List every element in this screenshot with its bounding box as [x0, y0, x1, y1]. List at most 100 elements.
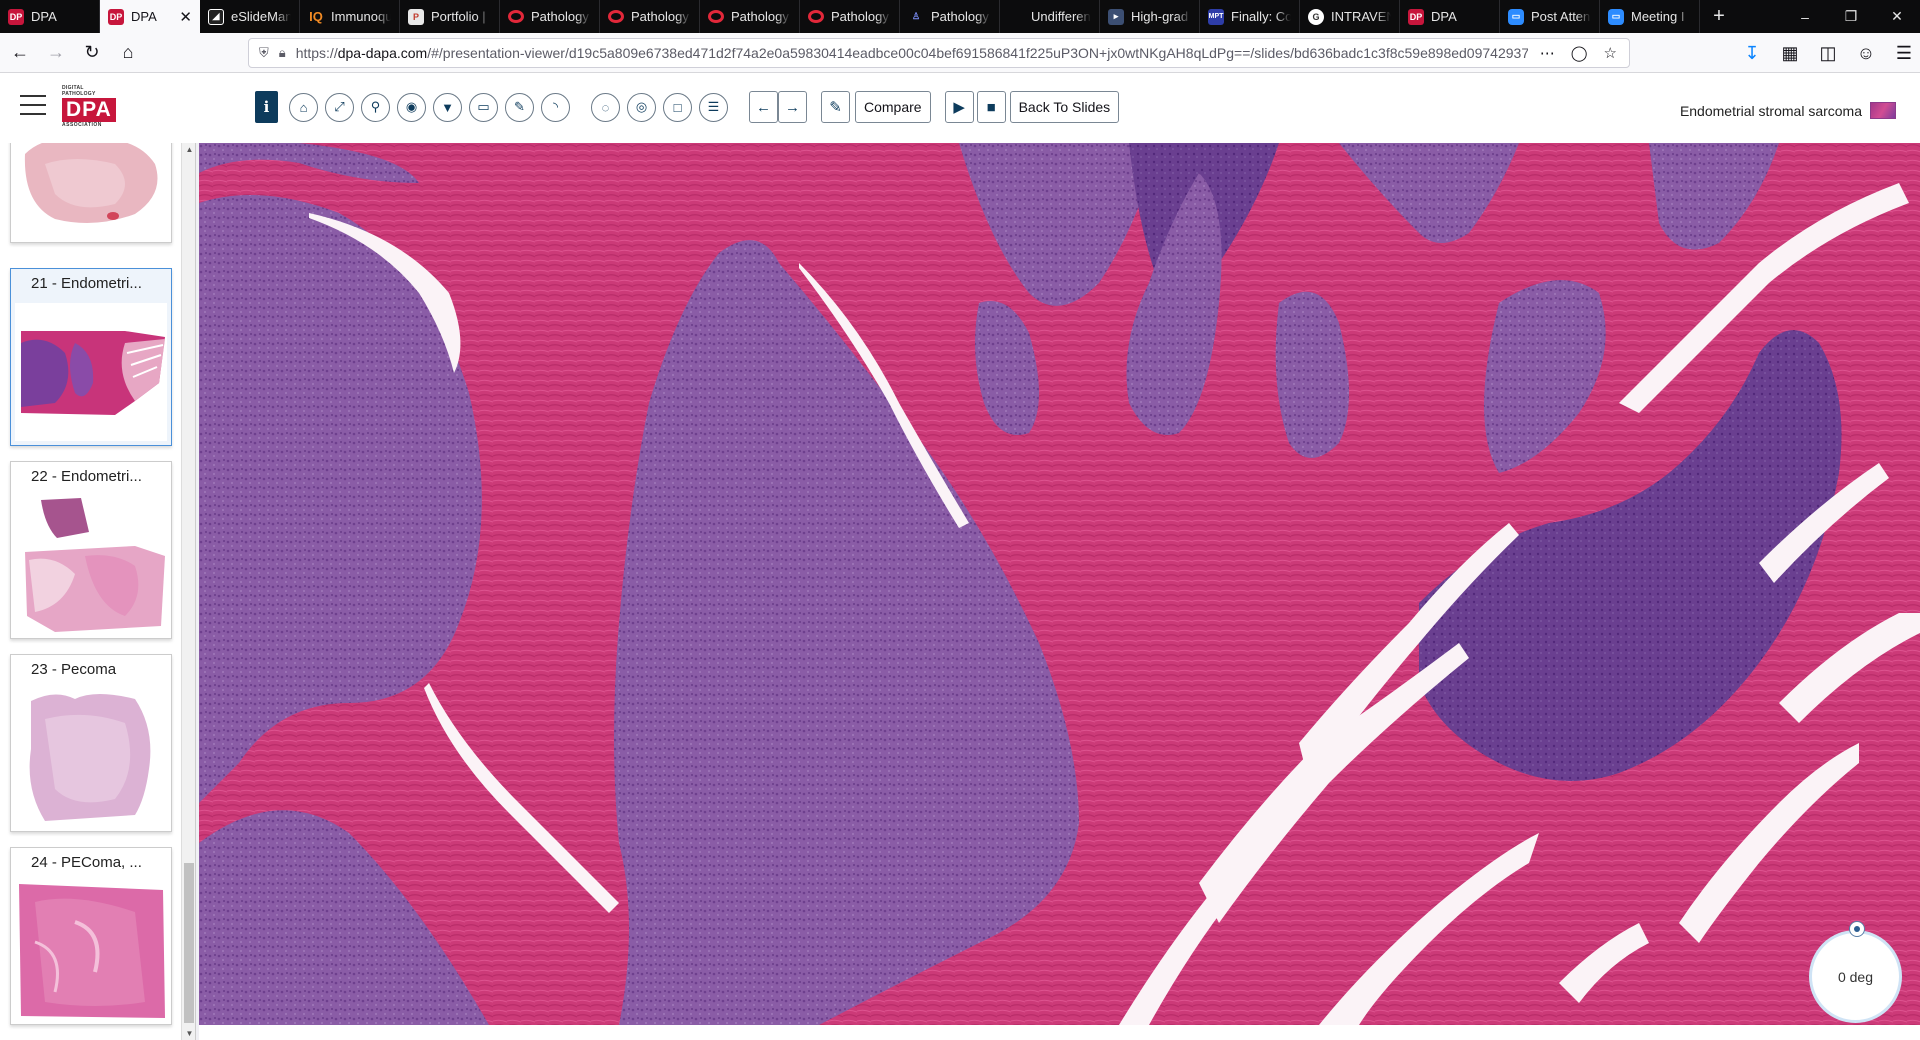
url-bar[interactable]: ⛨ 🔒︎ https://dpa-dapa.com/#/presentation…: [248, 38, 1630, 68]
slide-thumbnail: [15, 303, 167, 441]
logo-main-text: DPA: [62, 98, 116, 122]
download-icon[interactable]: ↧: [1736, 37, 1768, 69]
page-actions-icon[interactable]: ⋯: [1540, 44, 1555, 62]
iq-favicon-icon: IQ: [309, 9, 323, 24]
browser-tab[interactable]: MPT Finally: Co: [1200, 0, 1300, 33]
browser-tab[interactable]: ▭ Post Atten: [1500, 0, 1600, 33]
monitor-icon[interactable]: ▭: [469, 92, 498, 122]
browser-tab[interactable]: ♙ Pathology: [900, 0, 1000, 33]
url-text[interactable]: https://dpa-dapa.com/#/presentation-view…: [296, 45, 1528, 61]
browser-navbar: ← → ↻ ⌂ ⛨ 🔒︎ https://dpa-dapa.com/#/pres…: [0, 33, 1920, 73]
close-tab-icon[interactable]: ✕: [179, 8, 192, 26]
restore-icon[interactable]: ❐: [1828, 0, 1874, 33]
freehand-icon[interactable]: ◝: [541, 92, 570, 122]
back-arrow-icon[interactable]: ←: [4, 37, 36, 69]
browser-tab[interactable]: DP DPA ✕: [100, 0, 200, 33]
attachment-icon[interactable]: ✎: [821, 91, 850, 123]
rotation-handle[interactable]: [1849, 921, 1865, 937]
logo-top-text: DIGITAL PATHOLOGY: [62, 85, 96, 97]
url-prefix: https://: [295, 45, 338, 61]
account-icon[interactable]: ☺: [1850, 37, 1882, 69]
lock-icon[interactable]: 🔒︎: [279, 45, 286, 61]
fullscreen-icon[interactable]: ⤢: [325, 92, 354, 122]
scroll-up-icon[interactable]: ▲: [182, 145, 195, 154]
browser-tab[interactable]: P Portfolio |: [400, 0, 500, 33]
forward-arrow-icon[interactable]: →: [40, 37, 72, 69]
browser-tab-title: eSlideMan: [231, 9, 291, 24]
pathology-favicon-icon: [808, 10, 824, 23]
measure-icon[interactable]: ◌: [591, 92, 620, 122]
compare-button[interactable]: Compare: [855, 91, 931, 123]
browser-tab[interactable]: ▸ High-grad: [1100, 0, 1200, 33]
sidebar-scrollbar[interactable]: ▲ ▼: [181, 143, 195, 1040]
browser-tab-title: High-grad: [1131, 9, 1189, 24]
browser-tab[interactable]: Undifferentiate: [1000, 0, 1100, 33]
browser-tab[interactable]: Pathology: [600, 0, 700, 33]
slide-viewer-canvas[interactable]: 0 deg: [199, 143, 1920, 1025]
browser-tab[interactable]: G INTRAVEN: [1300, 0, 1400, 33]
list-icon[interactable]: ☰: [699, 92, 728, 122]
scroll-down-icon[interactable]: ▼: [182, 1029, 195, 1038]
slide-card-label: 23 - Pecoma: [31, 661, 117, 678]
rotation-control[interactable]: 0 deg: [1809, 921, 1902, 1023]
dpa-favicon-icon: DP: [8, 8, 24, 25]
sidebar-toggle-icon[interactable]: ◫: [1812, 37, 1844, 69]
scrollbar-thumb[interactable]: [184, 863, 194, 1023]
pocket-icon[interactable]: ◯: [1571, 44, 1588, 62]
url-host: dpa-dapa.com: [337, 45, 428, 61]
home-view-icon[interactable]: ⌂: [289, 92, 318, 122]
dpa-favicon-icon: DP: [108, 8, 124, 25]
record-video-icon[interactable]: ▶: [944, 91, 974, 123]
home-icon[interactable]: ⌂: [112, 37, 144, 69]
browser-tab[interactable]: IQ Immunoqu: [300, 0, 400, 33]
pathology-favicon-icon: [608, 10, 624, 23]
browser-tab[interactable]: Pathology: [500, 0, 600, 33]
menu-icon[interactable]: ☰: [1888, 37, 1920, 69]
next-slide-icon[interactable]: →: [778, 91, 807, 123]
histology-image: [199, 143, 1920, 1025]
url-path: /#/presentation-viewer/d19c5a809e6738ed4…: [427, 45, 1528, 61]
browser-tab-title: DPA: [1431, 9, 1457, 24]
reload-icon[interactable]: ↻: [76, 37, 108, 69]
portfolio-favicon-icon: P: [408, 8, 424, 25]
rotate-icon[interactable]: ◎: [627, 92, 656, 122]
back-to-slides-button[interactable]: Back To Slides: [1009, 91, 1120, 123]
info-icon[interactable]: i: [255, 91, 278, 123]
browser-tab[interactable]: DP DPA: [0, 0, 100, 33]
pencil-icon[interactable]: ✎: [505, 92, 534, 122]
zoom-icon[interactable]: ⚲: [361, 92, 390, 122]
close-window-icon[interactable]: ✕: [1874, 0, 1920, 33]
bookmark-star-icon[interactable]: ☆: [1604, 44, 1617, 62]
browser-tab-title: Meeting I: [1631, 9, 1685, 24]
browser-tab[interactable]: ▭ Meeting I: [1600, 0, 1700, 33]
new-tab-plus-icon[interactable]: +: [1700, 0, 1738, 33]
minimize-icon[interactable]: –: [1782, 0, 1828, 33]
stop-icon[interactable]: ■: [976, 91, 1006, 123]
slide-thumbnail-swatch[interactable]: [1870, 102, 1896, 119]
rectangle-icon[interactable]: □: [663, 92, 692, 122]
browser-tab[interactable]: DP DPA: [1400, 0, 1500, 33]
dpa-logo[interactable]: DIGITAL PATHOLOGY DPA ASSOCIATION: [62, 85, 118, 131]
slide-card[interactable]: 23 - Pecoma: [10, 654, 172, 832]
browser-tab[interactable]: Pathology: [700, 0, 800, 33]
slide-sidebar: 21 - Endometri... 22 - Endometri... 23 -…: [0, 143, 196, 1040]
slide-card-previous[interactable]: [10, 143, 172, 243]
hamburger-menu-icon[interactable]: [20, 95, 46, 115]
browser-tab[interactable]: ◢ eSlideMan: [200, 0, 300, 33]
filter-icon[interactable]: ▼: [433, 92, 462, 122]
previous-slide-icon[interactable]: ←: [749, 91, 778, 123]
camera-icon[interactable]: ◉: [397, 92, 426, 122]
doc-favicon-icon: ▸: [1108, 8, 1124, 25]
browser-tab[interactable]: Pathology: [800, 0, 900, 33]
shield-icon[interactable]: ⛨: [259, 45, 269, 61]
viewer-bottom-strip: [199, 1025, 1920, 1040]
slide-card[interactable]: 22 - Endometri...: [10, 461, 172, 639]
library-icon[interactable]: ▦: [1774, 37, 1806, 69]
slide-card[interactable]: 21 - Endometri...: [10, 268, 172, 446]
slide-card[interactable]: 24 - PEComa, ...: [10, 847, 172, 1025]
browser-tab-title: Undifferentiate: [1031, 9, 1091, 24]
browser-tab-title: Portfolio |: [431, 9, 486, 24]
app-header: DIGITAL PATHOLOGY DPA ASSOCIATION i ⌂ ⤢ …: [0, 73, 1920, 143]
browser-tab-strip: DP DPA DP DPA ✕ ◢ eSlideMan IQ Immunoqu P Portfoli…: [0, 0, 1920, 33]
pathology-favicon-icon: [708, 10, 724, 23]
